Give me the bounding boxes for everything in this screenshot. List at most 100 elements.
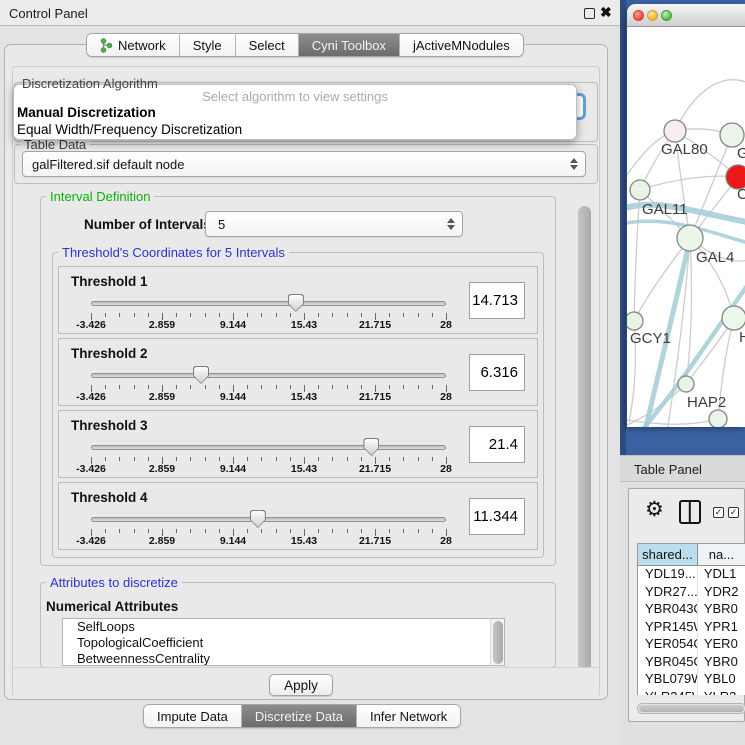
- discretization-algorithm-title: Discretization Algorithm: [22, 76, 158, 91]
- network-window-titlebar[interactable]: [627, 4, 745, 27]
- right-region: GAL80GCGAL11GAL4GCY1HHAP2 Table Panel ⚙ …: [620, 0, 745, 745]
- attributes-group-title: Attributes to discretize: [46, 575, 182, 590]
- slider-thumb[interactable]: [193, 366, 209, 384]
- table-row[interactable]: YDL19...YDL1: [638, 566, 745, 584]
- network-canvas[interactable]: GAL80GCGAL11GAL4GCY1HHAP2: [627, 27, 745, 427]
- tab-style[interactable]: Style: [180, 34, 236, 56]
- node-label: GAL4: [696, 249, 734, 266]
- network-node[interactable]: [627, 312, 643, 330]
- table-row[interactable]: YBR043CYBR0: [638, 601, 745, 619]
- checkbox-icon[interactable]: ✓: [713, 507, 724, 518]
- bottom-tab-bar: Impute DataDiscretize DataInfer Network: [143, 704, 461, 728]
- slider-tick-label: -3.426: [76, 319, 106, 331]
- tab-select[interactable]: Select: [236, 34, 299, 56]
- slider-tick-label: 15.43: [291, 319, 317, 331]
- threshold-row: Threshold 4 -3.4262.8599.14415.4321.7152…: [58, 482, 538, 550]
- node-label: GCY1: [630, 330, 671, 347]
- table-row[interactable]: YDR27...YDR2: [638, 584, 745, 602]
- apply-button[interactable]: Apply: [269, 674, 333, 696]
- tab-impute-data[interactable]: Impute Data: [144, 705, 242, 727]
- slider-tick-label: 9.144: [220, 391, 246, 403]
- numerical-attributes-label: Numerical Attributes: [46, 599, 178, 614]
- threshold-value-field[interactable]: 14.713: [469, 282, 525, 319]
- table-row[interactable]: YPR145WYPR1: [638, 619, 745, 637]
- network-node[interactable]: [630, 180, 650, 200]
- slider-track[interactable]: [91, 445, 446, 450]
- threshold-value-field[interactable]: 11.344: [469, 498, 525, 535]
- table-row[interactable]: YLR345WYLR3: [638, 689, 745, 696]
- tab-infer-network[interactable]: Infer Network: [357, 705, 460, 727]
- panel-title: Control Panel: [9, 6, 88, 21]
- slider-track[interactable]: [91, 301, 446, 306]
- slider-tick-label: 9.144: [220, 535, 246, 547]
- node-label: GAL80: [661, 141, 708, 158]
- numerical-attributes-list[interactable]: SelfLoopsTopologicalCoefficientBetweenne…: [62, 618, 505, 666]
- threshold-label: Threshold 4: [71, 490, 148, 505]
- slider-thumb[interactable]: [363, 438, 379, 456]
- threshold-label: Threshold 1: [71, 274, 148, 289]
- number-of-intervals-label: Number of Intervals: [84, 217, 211, 232]
- tab-network[interactable]: Network: [87, 34, 180, 56]
- top-tab-bar: NetworkStyleSelectCyni ToolboxjActiveMNo…: [86, 33, 524, 57]
- network-node[interactable]: [664, 120, 686, 142]
- algorithm-placeholder: Select algorithm to view settings: [14, 89, 576, 104]
- slider-tick-label: 9.144: [220, 319, 246, 331]
- slider-tick-label: 9.144: [220, 463, 246, 475]
- table-horizontal-scrollbar[interactable]: [637, 703, 745, 714]
- tab-cyni-toolbox[interactable]: Cyni Toolbox: [299, 34, 400, 56]
- slider-track[interactable]: [91, 373, 446, 378]
- menu-item-manual-discretization[interactable]: Manual Discretization: [17, 105, 156, 120]
- menu-item-equal-width-frequency[interactable]: Equal Width/Frequency Discretization: [17, 122, 242, 137]
- zoom-traffic-light-icon[interactable]: [661, 10, 672, 21]
- slider-tick-label: 15.43: [291, 535, 317, 547]
- app-window: Control Panel ✖ NetworkStyleSelectCyni T…: [0, 0, 745, 745]
- table-row[interactable]: YBR045CYBR0: [638, 654, 745, 672]
- network-node[interactable]: [677, 225, 703, 251]
- number-of-intervals-value: 5: [218, 217, 225, 232]
- interval-definition-title: Interval Definition: [46, 189, 154, 204]
- attribute-list-item[interactable]: TopologicalCoefficient: [63, 635, 504, 651]
- table-row[interactable]: YBL079WYBL0: [638, 671, 745, 689]
- close-traffic-light-icon[interactable]: [633, 10, 644, 21]
- list-scrollbar[interactable]: [490, 619, 504, 665]
- checkbox-icon[interactable]: ✓: [728, 507, 739, 518]
- network-node[interactable]: [720, 123, 744, 147]
- threshold-value-field[interactable]: 6.316: [469, 354, 525, 391]
- slider-tick-label: 2.859: [149, 535, 175, 547]
- threshold-label: Threshold 3: [71, 418, 148, 433]
- network-node[interactable]: [678, 376, 694, 392]
- attribute-list-item[interactable]: SelfLoops: [63, 619, 504, 635]
- minimize-traffic-light-icon[interactable]: [647, 10, 658, 21]
- float-window-icon[interactable]: [584, 8, 595, 19]
- network-node[interactable]: [722, 306, 745, 330]
- tab-jactivemnodules[interactable]: jActiveMNodules: [400, 34, 523, 56]
- table-row[interactable]: YER054CYER0: [638, 636, 745, 654]
- table-data-combo[interactable]: galFiltered.sif default node: [22, 151, 586, 177]
- threshold-value-field[interactable]: 21.4: [469, 426, 525, 463]
- slider-track[interactable]: [91, 517, 446, 522]
- control-panel-titlebar: Control Panel ✖: [0, 0, 620, 26]
- attribute-list-item[interactable]: BetweennessCentrality: [63, 651, 504, 666]
- gear-icon[interactable]: ⚙: [645, 497, 664, 522]
- table-panel-header: Table Panel: [620, 455, 745, 482]
- slider-thumb[interactable]: [250, 510, 266, 528]
- column-header-name[interactable]: na...: [698, 544, 745, 565]
- column-header-shared-name[interactable]: shared...: [638, 544, 698, 565]
- main-vertical-scrollbar[interactable]: [578, 206, 591, 671]
- network-node[interactable]: [709, 410, 727, 427]
- slider-thumb[interactable]: [288, 294, 304, 312]
- node-label: GAL11: [642, 201, 688, 218]
- slider-tick-label: -3.426: [76, 463, 106, 475]
- slider-tick-label: 28: [440, 319, 452, 331]
- split-divider[interactable]: [620, 0, 626, 455]
- column-layout-icon[interactable]: [679, 500, 701, 524]
- node-label: G: [737, 145, 745, 162]
- table-panel-title: Table Panel: [634, 462, 702, 477]
- number-of-intervals-combo[interactable]: 5: [205, 211, 463, 237]
- close-icon[interactable]: ✖: [600, 4, 612, 21]
- table-data-value: galFiltered.sif default node: [32, 157, 184, 172]
- node-attribute-table[interactable]: shared... na... YDL19...YDL1YDR27...YDR2…: [637, 543, 745, 695]
- slider-tick-label: -3.426: [76, 391, 106, 403]
- tab-discretize-data[interactable]: Discretize Data: [242, 705, 357, 727]
- algorithm-dropdown-popup: Select algorithm to view settings Manual…: [13, 84, 577, 140]
